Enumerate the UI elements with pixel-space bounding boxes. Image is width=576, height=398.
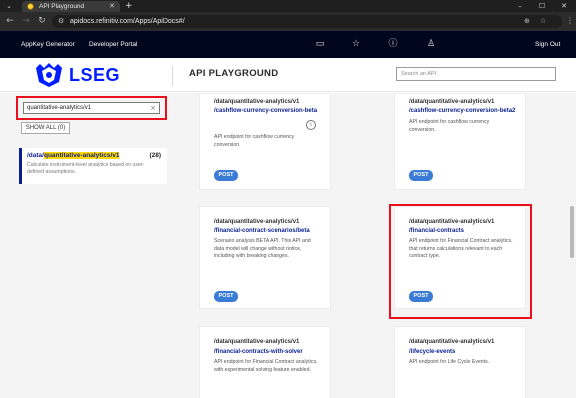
api-card[interactable]: /data/quantitative-analytics/v1 /cashflo… xyxy=(199,93,331,190)
card-description: API endpoint for cashflow currency conve… xyxy=(214,134,295,148)
card-name[interactable]: /lifecycle-events xyxy=(409,348,455,356)
user-icon[interactable]: ♙ xyxy=(424,37,438,51)
group-prefix: /data/ xyxy=(27,152,44,159)
group-description: Calculate instrument-level analytics bas… xyxy=(27,162,145,175)
api-card[interactable]: /data/quantitative-analytics/v1 /cashflo… xyxy=(394,93,526,190)
sign-out-link[interactable]: Sign Out xyxy=(535,40,560,49)
filter-input[interactable]: quantitative-analytics/v1 × xyxy=(23,102,160,114)
api-search-input[interactable]: Search an API xyxy=(396,67,556,81)
new-tab-button[interactable]: + xyxy=(125,1,133,11)
sidebar: quantitative-analytics/v1 × SHOW ALL (0)… xyxy=(0,93,172,398)
filter-highlight: quantitative-analytics/v1 × xyxy=(16,96,167,120)
chevron-down-icon[interactable]: ⌄ xyxy=(3,1,15,11)
appkey-generator-link[interactable]: AppKey Generator xyxy=(21,40,75,49)
info-icon[interactable]: i xyxy=(306,120,316,130)
star-icon[interactable]: ☆ xyxy=(349,37,363,51)
api-card[interactable]: /data/quantitative-analytics/v1 /financi… xyxy=(199,206,331,309)
card-description: API endpoint for Financial Contract anal… xyxy=(214,359,318,373)
card-path: /data/quantitative-analytics/v1 xyxy=(214,219,300,225)
minimize-button[interactable]: – xyxy=(510,0,530,12)
filter-value[interactable]: quantitative-analytics/v1 xyxy=(27,103,91,113)
favicon-icon xyxy=(27,3,34,10)
back-button[interactable]: ← xyxy=(4,15,16,27)
show-all-button[interactable]: SHOW ALL (0) xyxy=(21,122,70,134)
card-path: /data/quantitative-analytics/v1 xyxy=(409,99,495,105)
tab-close-icon[interactable]: ✕ xyxy=(109,2,115,11)
address-bar[interactable]: ⚙ apidocs.refinitiv.com/Apps/ApiDocs#/ ⊕… xyxy=(52,15,562,28)
developer-portal-link[interactable]: Developer Portal xyxy=(89,40,137,49)
tune-icon[interactable]: ⚙ xyxy=(58,16,64,27)
post-method-button[interactable]: POST xyxy=(214,170,238,181)
card-name[interactable]: /financial-contract-scenarios/beta xyxy=(214,227,310,235)
post-method-button[interactable]: POST xyxy=(409,170,433,181)
tab-title: API Playground xyxy=(39,3,85,10)
star-icon[interactable]: ☆ xyxy=(540,15,546,28)
post-method-button[interactable]: POST xyxy=(214,291,238,302)
reload-button[interactable]: ↻ xyxy=(36,15,48,27)
maximize-button[interactable]: ☐ xyxy=(532,0,552,12)
page-title: API PLAYGROUND xyxy=(189,68,279,79)
header-divider xyxy=(172,66,173,86)
url-text[interactable]: apidocs.refinitiv.com/Apps/ApiDocs#/ xyxy=(70,15,185,28)
card-highlight xyxy=(389,204,532,319)
api-card[interactable]: /data/quantitative-analytics/v1 /financi… xyxy=(199,326,331,398)
card-name[interactable]: /cashflow-currency-conversion-beta xyxy=(214,107,317,115)
zoom-icon[interactable]: ⊕ xyxy=(524,15,530,28)
api-card[interactable]: /data/quantitative-analytics/v1 /lifecyc… xyxy=(394,326,526,398)
api-cards-area: /data/quantitative-analytics/v1 /cashflo… xyxy=(172,93,576,398)
card-name[interactable]: /cashflow-currency-conversion-beta2 xyxy=(409,107,515,115)
scrollbar[interactable] xyxy=(568,93,576,398)
close-window-button[interactable]: ✕ xyxy=(554,0,574,12)
browser-tabstrip: ⌄ API Playground ✕ + – ☐ ✕ xyxy=(0,0,576,12)
card-description: Scenario analysis BETA API. This API and… xyxy=(214,238,311,259)
group-count: (28) xyxy=(149,152,161,159)
lseg-logo-icon xyxy=(36,63,62,87)
browser-tab[interactable]: API Playground ✕ xyxy=(22,1,120,12)
group-label[interactable]: /data/quantitative-analytics/v1 xyxy=(27,151,120,160)
sidebar-group-item[interactable]: /data/quantitative-analytics/v1 (28) Cal… xyxy=(19,148,167,184)
scrollbar-thumb[interactable] xyxy=(570,206,574,258)
kebab-icon[interactable]: ⋮ xyxy=(566,15,574,27)
clear-icon[interactable]: × xyxy=(150,103,156,113)
group-highlight: quantitative-analytics/v1 xyxy=(43,152,120,159)
card-name[interactable]: /financial-contracts-with-solver xyxy=(214,348,303,356)
card-description: API endpoint for Life Cycle Events. xyxy=(409,359,490,365)
forward-button[interactable]: → xyxy=(20,15,32,27)
site-nav-bar: AppKey Generator Developer Portal ▭ ☆ ⓘ … xyxy=(0,31,576,58)
card-path: /data/quantitative-analytics/v1 xyxy=(214,339,300,345)
card-path: /data/quantitative-analytics/v1 xyxy=(214,99,300,105)
card-description: API endpoint for cashflow currency conve… xyxy=(409,119,490,133)
logo-text: LSEG xyxy=(69,65,121,85)
chat-icon[interactable]: ▭ xyxy=(313,37,327,51)
card-path: /data/quantitative-analytics/v1 xyxy=(409,339,495,345)
browser-toolbar: ← → ↻ ⚙ apidocs.refinitiv.com/Apps/ApiDo… xyxy=(0,12,576,31)
help-icon[interactable]: ⓘ xyxy=(386,37,400,51)
page-header: LSEG API PLAYGROUND Search an API xyxy=(0,58,576,92)
